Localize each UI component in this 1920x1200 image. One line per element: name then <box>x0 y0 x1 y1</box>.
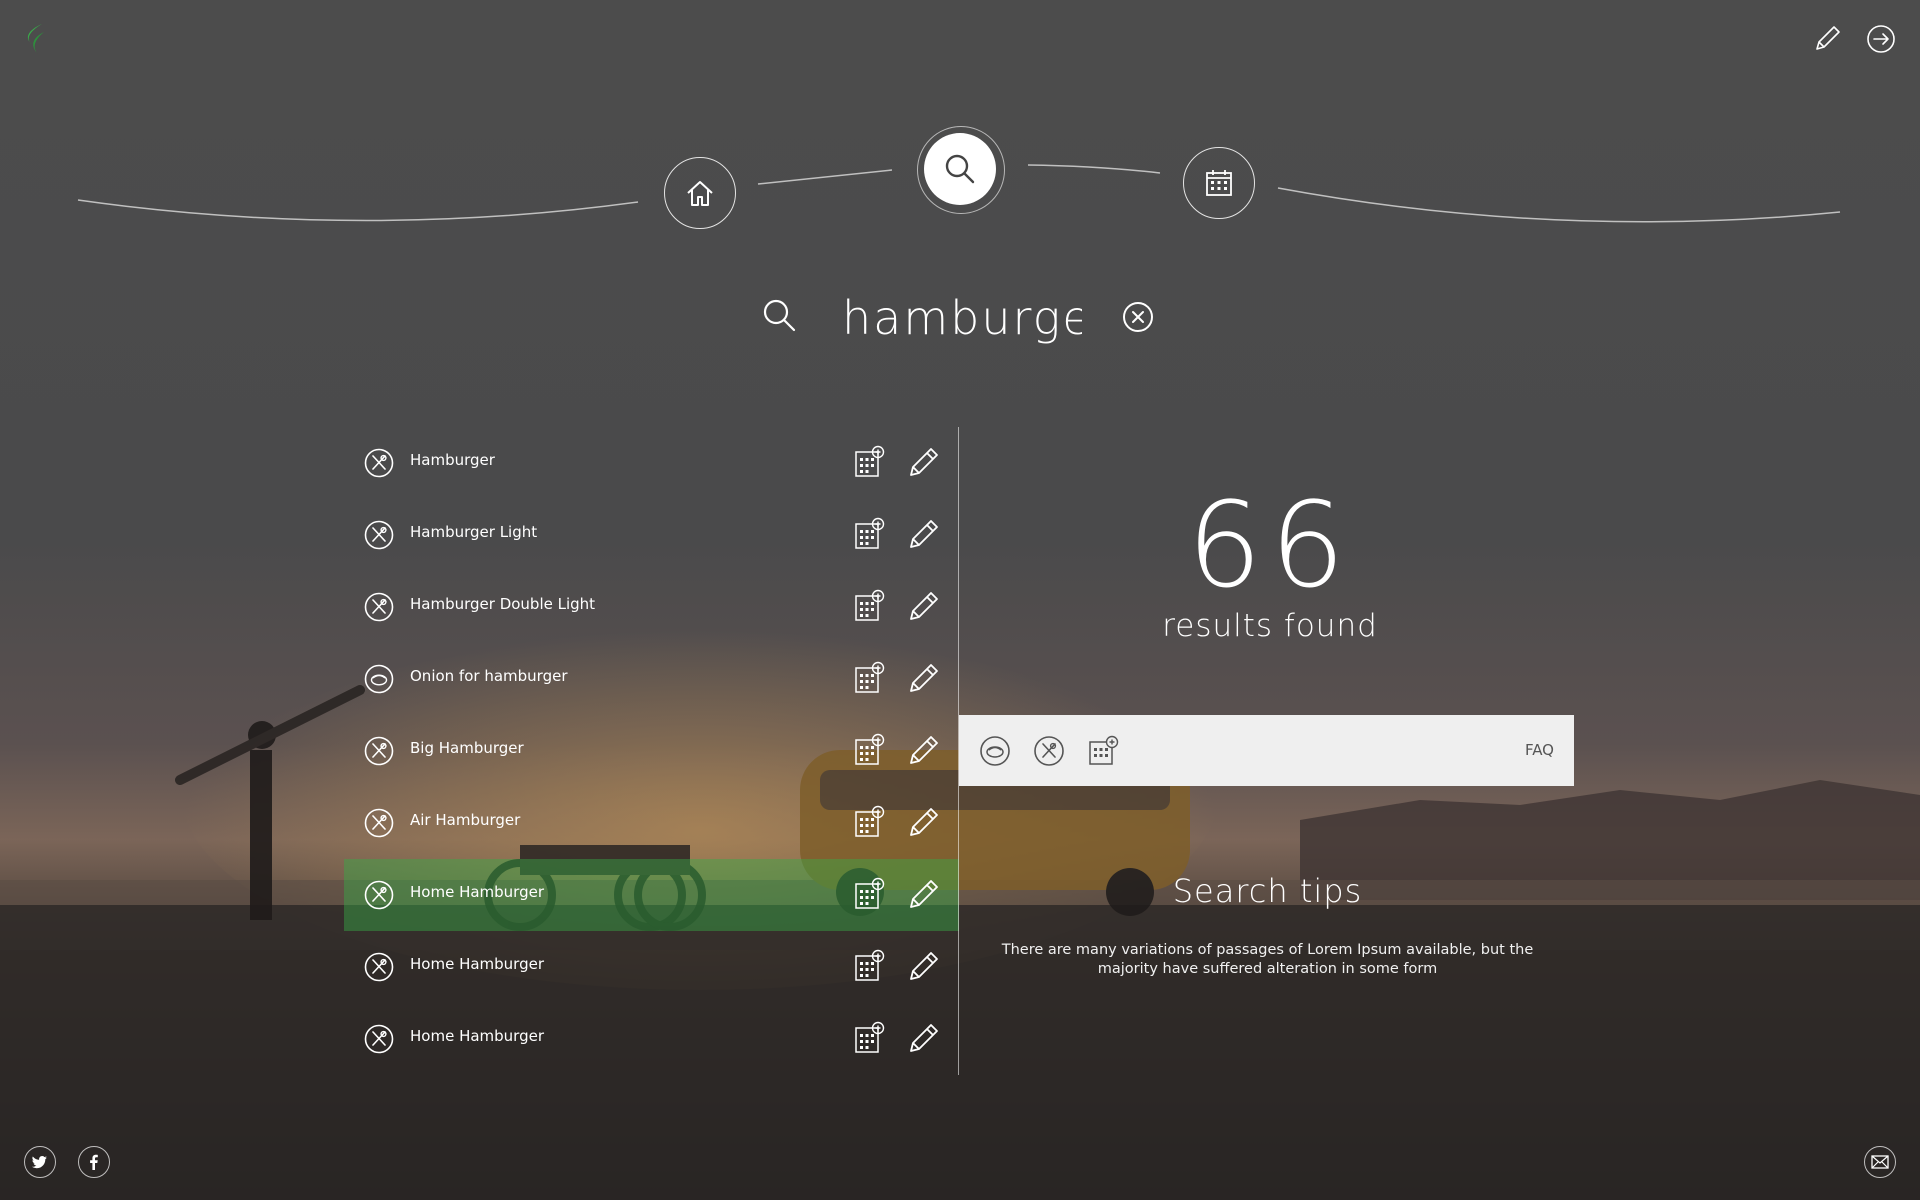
calendar-add-icon[interactable] <box>853 1021 887 1055</box>
result-row[interactable]: Home Hamburger <box>344 1003 959 1075</box>
leaf-logo[interactable] <box>20 22 50 56</box>
result-label: Home Hamburger <box>410 883 544 901</box>
pencil-icon[interactable] <box>907 949 941 983</box>
result-label: Hamburger Light <box>410 523 538 541</box>
result-label: Onion for hamburger <box>410 667 568 685</box>
cutlery-icon <box>364 952 394 982</box>
cutlery-icon <box>364 448 394 478</box>
nav-calendar-button[interactable] <box>1183 147 1255 219</box>
nav-search-button[interactable] <box>924 133 996 205</box>
cutlery-icon <box>364 736 394 766</box>
cutlery-icon <box>364 1024 394 1054</box>
faq-link[interactable]: FAQ <box>1525 741 1554 759</box>
home-icon <box>687 181 713 206</box>
calendar-add-icon[interactable] <box>853 733 887 767</box>
result-label: Hamburger Double Light <box>410 595 596 613</box>
cutlery-icon <box>364 808 394 838</box>
pencil-icon[interactable] <box>907 1021 941 1055</box>
result-row[interactable]: Home Hamburger <box>344 931 959 1003</box>
result-label: Air Hamburger <box>410 811 521 829</box>
results-count-label: results found <box>1162 608 1378 644</box>
cutlery-icon <box>364 880 394 910</box>
ingredient-icon <box>364 664 394 694</box>
clear-icon[interactable] <box>1121 300 1155 334</box>
pencil-icon[interactable] <box>907 733 941 767</box>
search-icon[interactable] <box>760 296 800 336</box>
result-row[interactable]: Home Hamburger <box>344 859 959 931</box>
search-input[interactable] <box>840 282 1084 354</box>
search-bar <box>760 282 1160 354</box>
calendar-add-icon[interactable] <box>853 949 887 983</box>
result-row[interactable]: Big Hamburger <box>344 715 959 787</box>
filter-bar: FAQ <box>959 715 1574 786</box>
calendar-add-icon[interactable] <box>853 517 887 551</box>
calendar-add-icon[interactable] <box>853 877 887 911</box>
calendar-add-icon[interactable] <box>853 661 887 695</box>
pencil-icon[interactable] <box>907 445 941 479</box>
result-row[interactable]: Onion for hamburger <box>344 643 959 715</box>
results-list: Hamburger Hamburger Light Hamburger Double… <box>344 427 959 1075</box>
cutlery-icon <box>364 520 394 550</box>
calendar-add-icon[interactable] <box>853 589 887 623</box>
search-icon <box>945 154 975 184</box>
result-row[interactable]: Hamburger <box>344 427 959 499</box>
mail-icon[interactable] <box>1864 1146 1896 1178</box>
search-tips-text: There are many variations of passages of… <box>1001 942 1534 977</box>
pencil-icon[interactable] <box>907 661 941 695</box>
cutlery-icon <box>364 592 394 622</box>
cutlery-icon[interactable] <box>1033 735 1065 767</box>
result-label: Home Hamburger <box>410 1027 544 1045</box>
pencil-icon[interactable] <box>907 589 941 623</box>
twitter-icon[interactable] <box>24 1146 56 1178</box>
nav-home-button[interactable] <box>664 157 736 229</box>
result-label: Hamburger <box>410 451 495 469</box>
pencil-icon[interactable] <box>907 805 941 839</box>
calendar-add-icon[interactable] <box>1087 735 1119 767</box>
calendar-icon <box>1206 170 1232 196</box>
logout-icon[interactable] <box>1864 22 1898 56</box>
result-row[interactable]: Hamburger Light <box>344 499 959 571</box>
pencil-icon[interactable] <box>907 517 941 551</box>
result-row[interactable]: Hamburger Double Light <box>344 571 959 643</box>
results-count: 66 <box>1186 476 1354 614</box>
ingredient-icon[interactable] <box>979 735 1011 767</box>
result-label: Big Hamburger <box>410 739 524 757</box>
result-row[interactable]: Air Hamburger <box>344 787 959 859</box>
facebook-icon[interactable] <box>78 1146 110 1178</box>
calendar-add-icon[interactable] <box>853 805 887 839</box>
pencil-icon[interactable] <box>907 877 941 911</box>
search-tips-title: Search tips <box>1172 872 1363 910</box>
result-label: Home Hamburger <box>410 955 544 973</box>
calendar-add-icon[interactable] <box>853 445 887 479</box>
pencil-icon[interactable] <box>1810 22 1844 56</box>
